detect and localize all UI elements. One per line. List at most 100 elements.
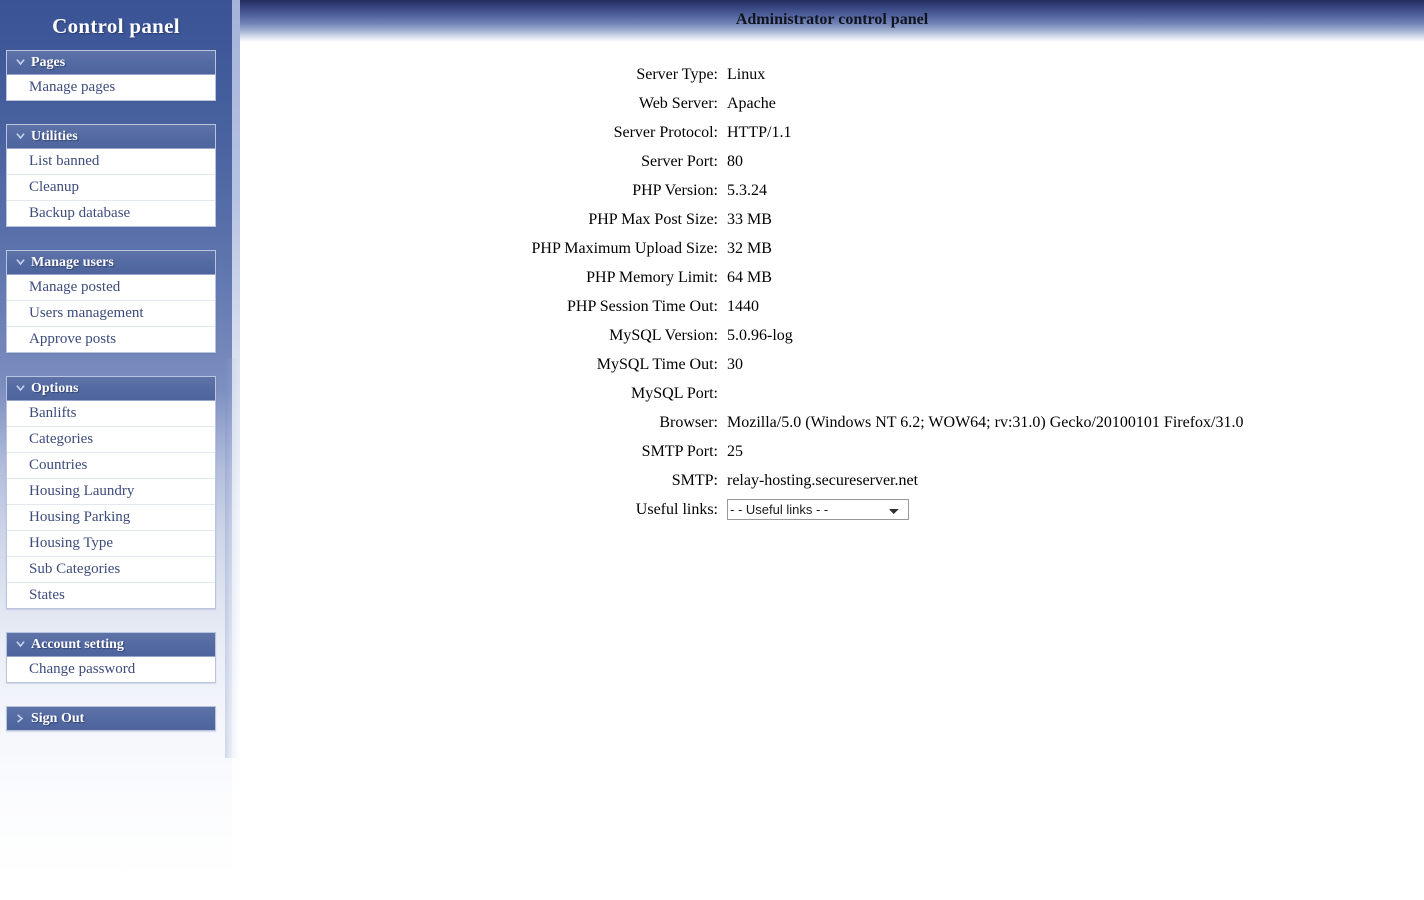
info-label: PHP Maximum Upload Size: [531,239,718,257]
info-label: MySQL Version: [609,326,718,344]
info-label: Server Type: [636,65,718,83]
sidebar-item-label: List banned [29,153,100,169]
info-label: PHP Memory Limit: [586,268,718,286]
sidebar-item-backup-database[interactable]: Backup database [7,201,215,226]
sign-out-label: Sign Out [31,711,85,726]
sidebar-group-header-pages[interactable]: Pages [7,51,215,75]
sidebar-group-options: Options Banlifts Categories Countries Housin… [6,376,216,609]
info-value: 64 MB [727,268,772,286]
info-row: SMTP: relay-hosting.secureserver.net [240,466,1243,495]
info-label: MySQL Port: [631,384,718,402]
sidebar-item-manage-posted[interactable]: Manage posted [7,275,215,301]
info-label: SMTP Port: [641,442,718,460]
sidebar-item-users-management[interactable]: Users management [7,301,215,327]
info-value [727,379,1243,408]
info-label: SMTP: [671,471,718,489]
sidebar-item-change-password[interactable]: Change password [7,657,215,682]
sidebar-drop-shadow [225,358,239,758]
sidebar-item-manage-pages[interactable]: Manage pages [7,75,215,100]
sidebar-group-header-manage-users[interactable]: Manage users [7,251,215,275]
info-row: Web Server: Apache [240,89,1243,118]
info-row: PHP Memory Limit: 64 MB [240,263,1243,292]
useful-links-cell: - - Useful links - - [727,495,1243,524]
sidebar-group-header-utilities[interactable]: Utilities [7,125,215,149]
info-value: 5.3.24 [727,181,767,199]
sidebar-item-label: Countries [29,457,88,473]
info-label: Browser: [659,413,718,431]
chevron-down-icon [14,130,27,143]
info-row: PHP Session Time Out: 1440 [240,292,1243,321]
sidebar-item-label: Manage posted [29,279,121,295]
sidebar-item-label: Approve posts [29,331,117,347]
sidebar-item-label: Housing Type [29,535,114,551]
sidebar-item-label: Users management [29,305,144,321]
chevron-down-icon [14,256,27,269]
info-label: PHP Max Post Size: [588,210,718,228]
sidebar-item-label: Cleanup [29,179,79,195]
sidebar-group-header-account-setting[interactable]: Account setting [7,633,215,657]
info-row: MySQL Time Out: 30 [240,350,1243,379]
sidebar-item-cleanup[interactable]: Cleanup [7,175,215,201]
sidebar-item-countries[interactable]: Countries [7,453,215,479]
info-row: MySQL Port: [240,379,1243,408]
info-row: PHP Maximum Upload Size: 32 MB [240,234,1243,263]
info-value: 25 [727,442,743,460]
sidebar-item-sub-categories[interactable]: Sub Categories [7,557,215,583]
sidebar-item-sign-out[interactable]: Sign Out [7,707,215,730]
sidebar-item-housing-parking[interactable]: Housing Parking [7,505,215,531]
info-row: Server Type: Linux [240,60,1243,89]
sidebar-group-label: Pages [31,55,66,70]
info-value: 32 MB [727,239,772,257]
info-value: Linux [727,65,766,83]
info-value: Mozilla/5.0 (Windows NT 6.2; WOW64; rv:3… [727,413,1244,431]
info-value: Apache [727,94,776,112]
sidebar-item-banlifts[interactable]: Banlifts [7,401,215,427]
sidebar: Control panel Pages Manage pages Utilities… [0,0,232,900]
sidebar-group-account-setting: Account setting Change password [6,632,216,683]
main-header-bar: Administrator control panel [240,0,1424,42]
sidebar-item-list-banned[interactable]: List banned [7,149,215,175]
info-label: PHP Version: [632,181,718,199]
page-title: Administrator control panel [735,11,929,28]
sidebar-item-label: States [29,587,65,603]
server-info-body: Server Type: Linux Web Server: Apache Server… [240,60,1243,524]
chevron-right-icon [14,712,27,725]
sidebar-group-header-options[interactable]: Options [7,377,215,401]
server-info-table: Server Type: Linux Web Server: Apache Server… [240,60,1243,524]
sidebar-item-label: Manage pages [29,79,116,95]
sidebar-menu: Pages Manage pages Utilities List banned Cle… [0,39,232,731]
info-row: Browser: Mozilla/5.0 (Windows NT 6.2; WOW… [240,408,1243,437]
sidebar-item-categories[interactable]: Categories [7,427,215,453]
sidebar-group-utilities: Utilities List banned Cleanup Backup databa… [6,124,216,227]
info-row: Server Port: 80 [240,147,1243,176]
sidebar-item-states[interactable]: States [7,583,215,608]
sidebar-item-approve-posts[interactable]: Approve posts [7,327,215,352]
info-label: Server Protocol: [613,123,718,141]
info-value: 80 [727,152,743,170]
chevron-down-icon [14,638,27,651]
sidebar-item-label: Housing Parking [29,509,131,525]
page-root: Control panel Pages Manage pages Utilities… [0,0,1424,900]
info-row: Server Protocol: HTTP/1.1 [240,118,1243,147]
main-content: Administrator control panel Server Type:… [240,0,1424,900]
useful-links-row: Useful links: - - Useful links - - [240,495,1243,524]
useful-links-select[interactable]: - - Useful links - - [727,499,909,520]
sidebar-item-label: Categories [29,431,94,447]
info-label: PHP Session Time Out: [566,297,718,315]
sidebar-group-manage-users: Manage users Manage posted Users managemen… [6,250,216,353]
sidebar-item-housing-type[interactable]: Housing Type [7,531,215,557]
sidebar-item-label: Change password [29,661,136,677]
info-value: HTTP/1.1 [727,123,792,141]
info-row: PHP Max Post Size: 33 MB [240,205,1243,234]
sidebar-item-label: Sub Categories [29,561,121,577]
sidebar-item-housing-laundry[interactable]: Housing Laundry [7,479,215,505]
sidebar-group-pages: Pages Manage pages [6,50,216,101]
sidebar-group-label: Utilities [31,129,78,144]
sidebar-group-label: Manage users [31,255,114,270]
sidebar-group-sign-out: Sign Out [6,706,216,731]
info-value: 33 MB [727,210,772,228]
